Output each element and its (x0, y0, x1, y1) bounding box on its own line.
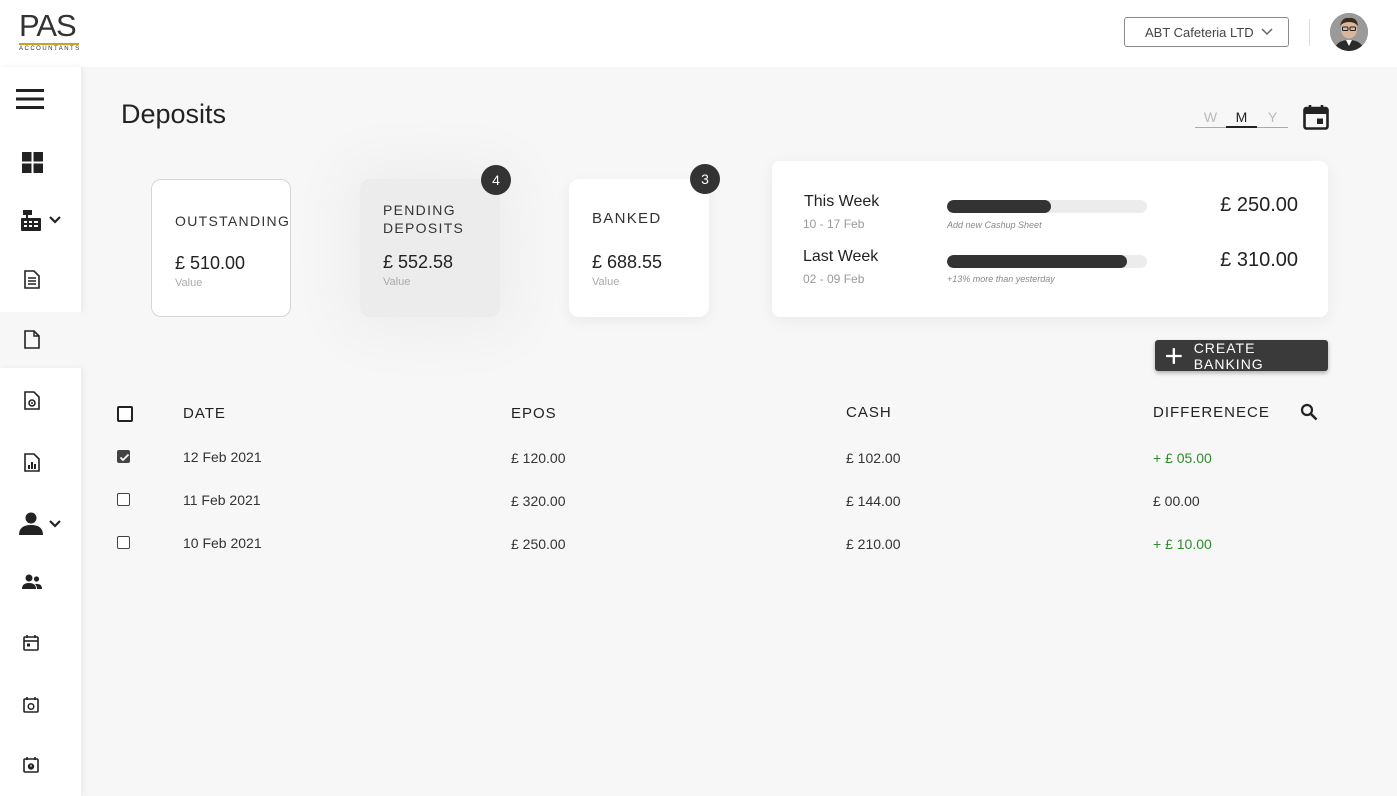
week-summary-card: This Week 10 - 17 Feb Add new Cashup She… (772, 161, 1328, 317)
dashboard-icon[interactable] (22, 152, 43, 173)
last-week-progress (947, 255, 1147, 268)
logo-underline (19, 43, 79, 45)
user-menu[interactable] (19, 512, 62, 535)
pending-amount: £ 552.58 (383, 252, 454, 272)
column-header-cash[interactable]: CASH (846, 404, 892, 421)
cash-register-icon (21, 210, 41, 231)
calendar-settings-icon[interactable] (23, 696, 39, 713)
select-all-checkbox[interactable] (117, 406, 133, 422)
column-header-date[interactable]: DATE (183, 405, 226, 422)
company-select[interactable]: ABT Cafeteria LTD (1124, 17, 1289, 47)
user-avatar[interactable] (1330, 13, 1368, 51)
this-week-amount: £ 250.00 (1220, 194, 1298, 216)
cell-cash: £ 144.00 (846, 493, 901, 509)
row-checkbox[interactable] (117, 493, 130, 506)
cell-epos: £ 250.00 (511, 536, 566, 552)
cell-epos: £ 120.00 (511, 450, 566, 466)
checkmark-icon (119, 453, 130, 462)
last-week-note: +13% more than yesterday (947, 274, 1055, 284)
banked-sub: Value (592, 276, 620, 288)
banked-amount: £ 688.55 (592, 252, 663, 272)
calendar-icon[interactable] (23, 634, 39, 651)
logo-text: PAS (19, 8, 77, 43)
company-select-value: ABT Cafeteria LTD (1145, 24, 1254, 40)
file-icon[interactable] (24, 330, 40, 349)
chevron-down-icon (49, 519, 61, 528)
cell-date: 11 Feb 2021 (183, 492, 261, 508)
header-divider (1309, 19, 1310, 46)
report-icon[interactable] (24, 453, 40, 472)
top-bar: PAS ACCOUNTANTS ABT Cafeteria LTD (0, 0, 1397, 67)
page-title: Deposits (121, 99, 227, 129)
users-icon[interactable] (22, 574, 42, 590)
cell-cash: £ 102.00 (846, 450, 901, 466)
cell-cash: £ 210.00 (846, 536, 901, 552)
this-week-progress (947, 200, 1147, 213)
pending-sub: Value (383, 276, 411, 288)
outstanding-card[interactable]: OUTSTANDING £ 510.00 Value (151, 179, 291, 317)
period-week[interactable]: W (1195, 106, 1226, 127)
period-toggle: W M Y (1195, 106, 1288, 128)
this-week-range: 10 - 17 Feb (803, 217, 865, 231)
last-week-amount: £ 310.00 (1220, 249, 1298, 271)
chevron-down-icon (1261, 28, 1273, 36)
pending-count-badge: 4 (481, 165, 511, 195)
outstanding-amount: £ 510.00 (175, 253, 246, 273)
row-checkbox[interactable] (117, 536, 130, 549)
cell-difference: + £ 10.00 (1153, 536, 1212, 552)
user-icon (19, 512, 43, 535)
outstanding-sub: Value (175, 277, 203, 289)
this-week-note: Add new Cashup Sheet (947, 220, 1042, 230)
chevron-down-icon (49, 216, 61, 224)
sidebar-gap (0, 312, 81, 368)
pending-label: PENDING DEPOSITS (383, 201, 464, 237)
search-icon[interactable] (1300, 403, 1318, 426)
this-week-progress-fill (947, 200, 1051, 213)
plus-icon (1165, 347, 1182, 364)
create-banking-label: CREATE BANKING (1193, 339, 1264, 372)
column-header-difference[interactable]: DIFFERENECE (1153, 404, 1270, 421)
menu-icon[interactable] (16, 87, 44, 111)
outstanding-label: OUTSTANDING (175, 213, 291, 229)
company-logo[interactable]: PAS ACCOUNTANTS (19, 10, 81, 55)
pending-label-line1: PENDING (383, 202, 456, 218)
cell-difference: £ 00.00 (1153, 493, 1200, 509)
cell-epos: £ 320.00 (511, 493, 566, 509)
cell-date: 12 Feb 2021 (183, 449, 262, 465)
last-week-title: Last Week (803, 248, 879, 265)
pending-deposits-card[interactable]: PENDING DEPOSITS £ 552.58 Value (360, 179, 500, 317)
banked-label: BANKED (592, 210, 662, 227)
calendar-picker-icon[interactable] (1303, 104, 1329, 135)
this-week-title: This Week (804, 193, 880, 210)
pending-label-line2: DEPOSITS (383, 220, 465, 236)
document-list-icon[interactable] (24, 270, 40, 289)
column-header-epos[interactable]: EPOS (511, 405, 557, 422)
last-week-progress-fill (947, 255, 1127, 268)
period-year[interactable]: Y (1257, 106, 1288, 127)
last-week-range: 02 - 09 Feb (803, 272, 865, 286)
banked-count-badge: 3 (690, 164, 720, 194)
row-checkbox[interactable] (117, 450, 130, 463)
calendar-alert-icon[interactable] (23, 756, 39, 773)
cash-register-menu[interactable] (21, 208, 62, 232)
logo-subtext: ACCOUNTANTS (19, 46, 81, 52)
cell-date: 10 Feb 2021 (183, 535, 262, 551)
banked-card[interactable]: BANKED £ 688.55 Value (569, 179, 709, 317)
file-settings-icon[interactable] (24, 391, 40, 410)
create-banking-button[interactable]: CREATE BANKING (1155, 339, 1328, 372)
cell-difference: + £ 05.00 (1153, 450, 1212, 466)
period-month[interactable]: M (1226, 106, 1257, 128)
avatar-image (1330, 13, 1368, 51)
